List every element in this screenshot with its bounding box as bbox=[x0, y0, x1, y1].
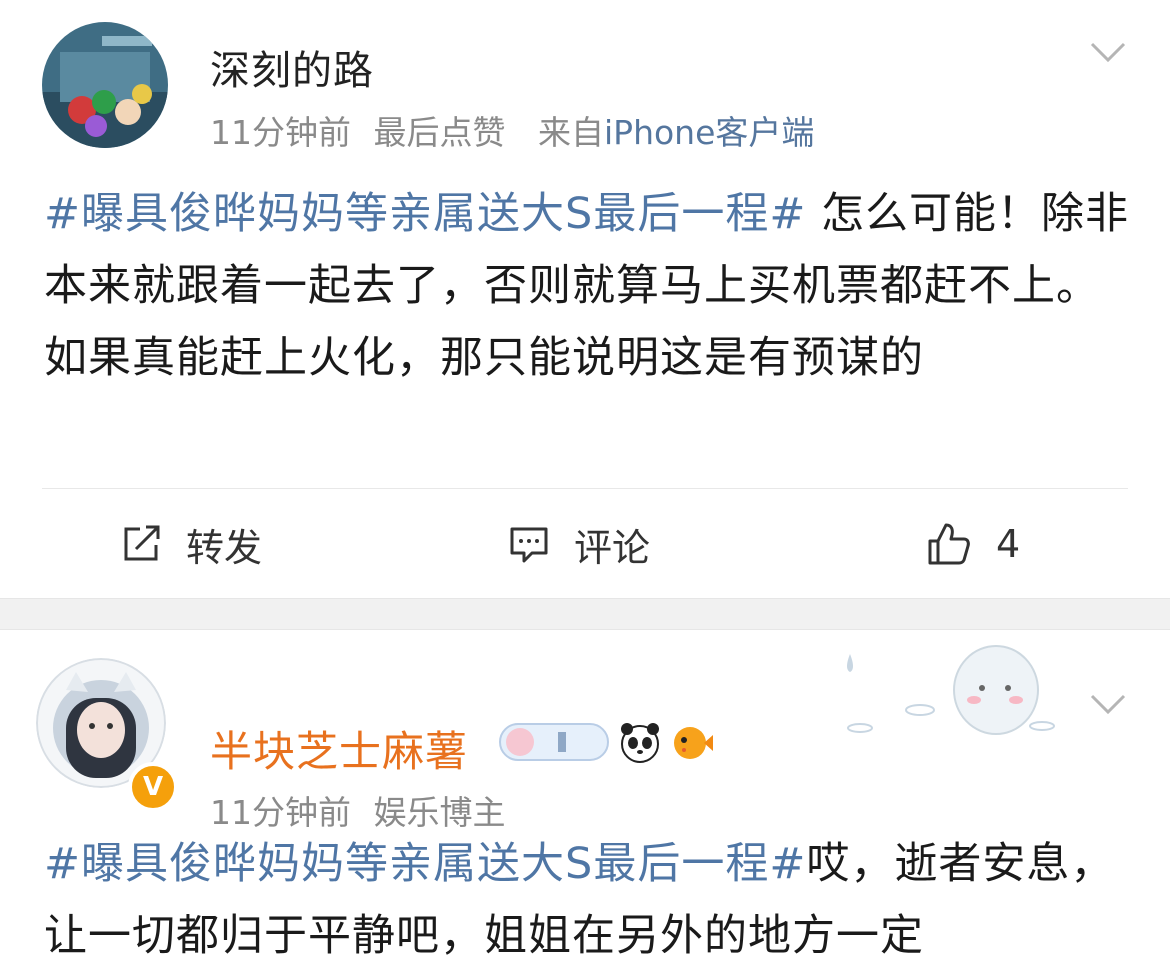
like-button[interactable]: 4 bbox=[926, 516, 1020, 572]
section-separator bbox=[0, 598, 1170, 630]
user-badges bbox=[498, 720, 714, 764]
topic-link[interactable]: #曝具俊晔妈妈等亲属送大S最后一程# bbox=[44, 839, 806, 889]
post-meta: 11分钟前 最后点赞 来自iPhone客户端 bbox=[210, 106, 814, 154]
username[interactable]: 半块芝士麻薯 bbox=[210, 718, 468, 779]
chevron-down-icon[interactable] bbox=[1088, 36, 1128, 66]
repost-label: 转发 bbox=[186, 525, 263, 570]
divider bbox=[42, 488, 1128, 489]
post-time: 11分钟前 bbox=[210, 793, 351, 832]
post-card: V 半块芝士麻薯 11分钟前 娱乐博主 #曝具俊晔妈妈等亲属送大S最后一程#哎，… bbox=[0, 630, 1170, 962]
post-meta: 11分钟前 娱乐博主 bbox=[210, 786, 506, 834]
member-badge-icon bbox=[499, 723, 609, 761]
post-text: #曝具俊晔妈妈等亲属送大S最后一程# 怎么可能！除非本来就跟着一起去了，否则就算… bbox=[44, 178, 1130, 394]
panda-icon bbox=[621, 723, 659, 763]
comment-button[interactable]: 评论 bbox=[508, 516, 650, 572]
pufferfish-icon bbox=[674, 727, 713, 759]
comment-label: 评论 bbox=[574, 525, 651, 570]
repost-icon bbox=[124, 525, 160, 561]
post-card: 深刻的路 11分钟前 最后点赞 来自iPhone客户端 #曝具俊晔妈妈等亲属送大… bbox=[0, 0, 1170, 598]
decorative-sticker bbox=[847, 645, 1055, 735]
avatar[interactable] bbox=[42, 22, 168, 148]
like-icon bbox=[928, 523, 970, 565]
user-role: 娱乐博主 bbox=[373, 793, 506, 832]
post-time: 11分钟前 bbox=[210, 113, 351, 152]
username[interactable]: 深刻的路 bbox=[210, 38, 374, 96]
comment-icon bbox=[510, 527, 548, 563]
post-text: #曝具俊晔妈妈等亲属送大S最后一程#哎，逝者安息，让一切都归于平静吧，姐姐在另外… bbox=[44, 828, 1130, 962]
like-count: 4 bbox=[996, 522, 1021, 566]
chevron-down-icon[interactable] bbox=[1088, 688, 1128, 718]
source-link[interactable]: iPhone客户端 bbox=[604, 113, 814, 152]
source-prefix: 来自 bbox=[538, 113, 604, 152]
activity-label: 最后点赞 bbox=[373, 113, 506, 152]
topic-link[interactable]: #曝具俊晔妈妈等亲属送大S最后一程# bbox=[44, 189, 806, 239]
verified-badge: V bbox=[128, 762, 178, 812]
repost-button[interactable]: 转发 bbox=[120, 516, 262, 572]
